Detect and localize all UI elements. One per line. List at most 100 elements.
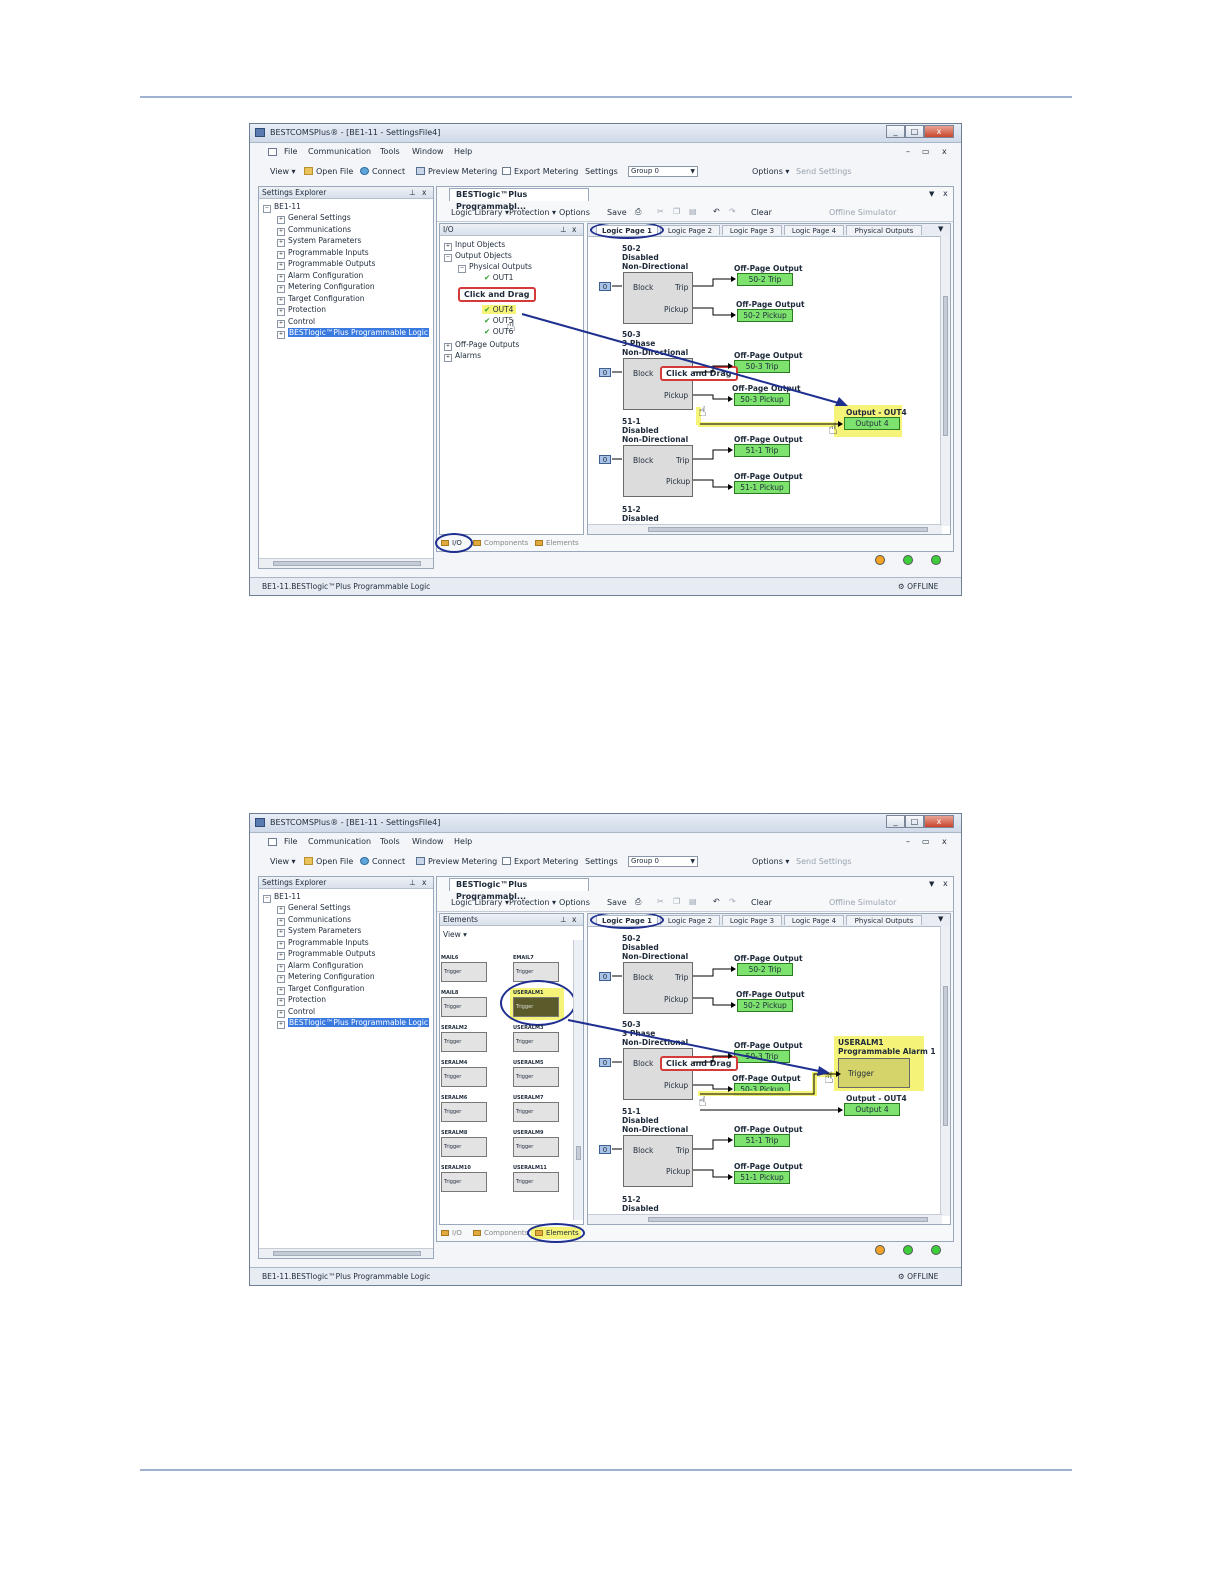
options-menu-button[interactable]: Options ▾	[752, 167, 789, 176]
export-metering-button[interactable]: Export Metering	[502, 167, 578, 176]
send-settings-button[interactable]: Send Settings	[796, 857, 852, 866]
save-button[interactable]: Save	[607, 898, 627, 907]
logic-library-menu[interactable]: Logic Library ▾	[451, 898, 509, 907]
menu-window[interactable]: Window	[412, 147, 444, 156]
menu-communication[interactable]: Communication	[308, 837, 371, 846]
mdi-close-button[interactable]: x	[942, 147, 947, 156]
scroll-thumb[interactable]	[273, 1251, 421, 1256]
logic-canvas[interactable]: Logic Page 1 Logic Page 2 Logic Page 3 L…	[587, 913, 951, 1225]
menu-help[interactable]: Help	[454, 837, 472, 846]
pin-icon[interactable]: ⊥	[409, 877, 416, 889]
tree-item[interactable]: + General Settings	[277, 213, 351, 224]
logic-library-menu[interactable]: Logic Library ▾	[451, 208, 509, 217]
explorer-hscrollbar[interactable]	[259, 1248, 433, 1258]
tab-components[interactable]: Components	[473, 1229, 528, 1237]
menu-file[interactable]: File	[284, 147, 297, 156]
tree-item[interactable]: + Metering Configuration	[277, 282, 375, 293]
close-icon[interactable]: x	[572, 914, 576, 926]
element-block[interactable]: Trigger	[441, 1172, 487, 1192]
tree-item[interactable]: + Programmable Outputs	[277, 259, 375, 270]
print-icon[interactable]: ⎙	[635, 207, 641, 217]
scroll-thumb[interactable]	[943, 986, 948, 1126]
maximize-button[interactable]: □	[905, 125, 924, 138]
view-menu-button[interactable]: View ▾	[270, 857, 296, 866]
tab-io[interactable]: I/O	[441, 1229, 462, 1237]
tree-item[interactable]: + Target Configuration	[277, 984, 364, 995]
menu-help[interactable]: Help	[454, 147, 472, 156]
element-block[interactable]: Trigger	[441, 997, 487, 1017]
tree-item[interactable]: + Control	[277, 317, 315, 328]
scroll-thumb[interactable]	[648, 1217, 928, 1222]
redo-icon[interactable]: ↷	[729, 207, 736, 216]
close-button[interactable]: x	[924, 125, 954, 138]
element-block[interactable]: Trigger	[441, 1032, 487, 1052]
menu-file[interactable]: File	[284, 837, 297, 846]
menu-tools[interactable]: Tools	[380, 147, 400, 156]
canvas-hscrollbar[interactable]	[588, 1214, 942, 1224]
explorer-hscrollbar[interactable]	[259, 558, 433, 568]
pin-icon[interactable]: ⊥	[560, 914, 567, 926]
close-icon[interactable]: x	[422, 877, 426, 889]
options-menu[interactable]: Options	[559, 898, 590, 907]
mdi-minimize-button[interactable]: –	[906, 837, 910, 846]
view-menu-button[interactable]: View ▾	[270, 167, 296, 176]
tree-item[interactable]: + Alarm Configuration	[277, 271, 363, 282]
element-block[interactable]: Trigger	[441, 1102, 487, 1122]
pin-icon[interactable]: ⊥	[409, 187, 416, 199]
tree-physical-outputs[interactable]: − Physical Outputs	[458, 262, 532, 273]
mdi-restore-button[interactable]: ▭	[922, 147, 930, 156]
close-icon[interactable]: x	[422, 187, 426, 199]
tree-output-objects[interactable]: − Output Objects	[444, 251, 512, 262]
menu-window[interactable]: Window	[412, 837, 444, 846]
connect-button[interactable]: Connect	[360, 167, 405, 176]
protection-menu[interactable]: Protection ▾	[509, 898, 556, 907]
tree-item[interactable]: + System Parameters	[277, 236, 361, 247]
tree-off-page-outputs[interactable]: + Off-Page Outputs	[444, 340, 519, 351]
elements-view-menu[interactable]: View ▾	[443, 930, 467, 939]
tree-item-bestlogic[interactable]: + BESTlogic™Plus Programmable Logic	[277, 1018, 430, 1029]
minimize-button[interactable]: _	[886, 815, 905, 828]
open-file-button[interactable]: Open File	[304, 857, 353, 866]
tree-item[interactable]: + Alarm Configuration	[277, 961, 363, 972]
undo-icon[interactable]: ↶	[713, 207, 720, 216]
clear-button[interactable]: Clear	[751, 898, 772, 907]
canvas-hscrollbar[interactable]	[588, 524, 942, 534]
doc-close-icon[interactable]: x	[943, 189, 948, 198]
paste-icon[interactable]: ▤	[689, 897, 697, 906]
tree-item[interactable]: + General Settings	[277, 903, 351, 914]
canvas-vscrollbar[interactable]	[940, 926, 950, 1216]
tree-item[interactable]: + Programmable Outputs	[277, 949, 375, 960]
element-block[interactable]: Trigger	[513, 1032, 559, 1052]
scroll-thumb[interactable]	[273, 561, 421, 566]
clear-button[interactable]: Clear	[751, 208, 772, 217]
close-button[interactable]: x	[924, 815, 954, 828]
tree-alarms[interactable]: + Alarms	[444, 351, 481, 362]
settings-group-select[interactable]: Group 0 ▼	[628, 166, 698, 177]
tree-item-bestlogic[interactable]: + BESTlogic™Plus Programmable Logic	[277, 328, 430, 339]
tree-item[interactable]: + Control	[277, 1007, 315, 1018]
tree-item[interactable]: + Protection	[277, 305, 326, 316]
tree-item[interactable]: + Protection	[277, 995, 326, 1006]
copy-icon[interactable]: ❐	[673, 897, 680, 906]
tree-item[interactable]: + Programmable Inputs	[277, 938, 369, 949]
paste-icon[interactable]: ▤	[689, 207, 697, 216]
protection-menu[interactable]: Protection ▾	[509, 208, 556, 217]
options-menu-button[interactable]: Options ▾	[752, 857, 789, 866]
send-settings-button[interactable]: Send Settings	[796, 167, 852, 176]
element-block[interactable]: Trigger	[513, 962, 559, 982]
tree-item[interactable]: + Communications	[277, 915, 351, 926]
mdi-minimize-button[interactable]: –	[906, 147, 910, 156]
tree-out1[interactable]: ✔ OUT1	[484, 273, 513, 282]
element-block[interactable]: Trigger	[441, 1137, 487, 1157]
tab-elements[interactable]: Elements	[535, 539, 579, 547]
element-block[interactable]: Trigger	[513, 1172, 559, 1192]
element-block[interactable]: Trigger	[513, 1137, 559, 1157]
export-metering-button[interactable]: Export Metering	[502, 857, 578, 866]
doc-close-icon[interactable]: x	[943, 879, 948, 888]
offline-simulator-button[interactable]: Offline Simulator	[829, 898, 896, 907]
element-block[interactable]: Trigger	[441, 962, 487, 982]
copy-icon[interactable]: ❐	[673, 207, 680, 216]
tree-out4[interactable]: ✔ OUT4	[484, 305, 513, 314]
mdi-close-button[interactable]: x	[942, 837, 947, 846]
tree-item[interactable]: + Communications	[277, 225, 351, 236]
